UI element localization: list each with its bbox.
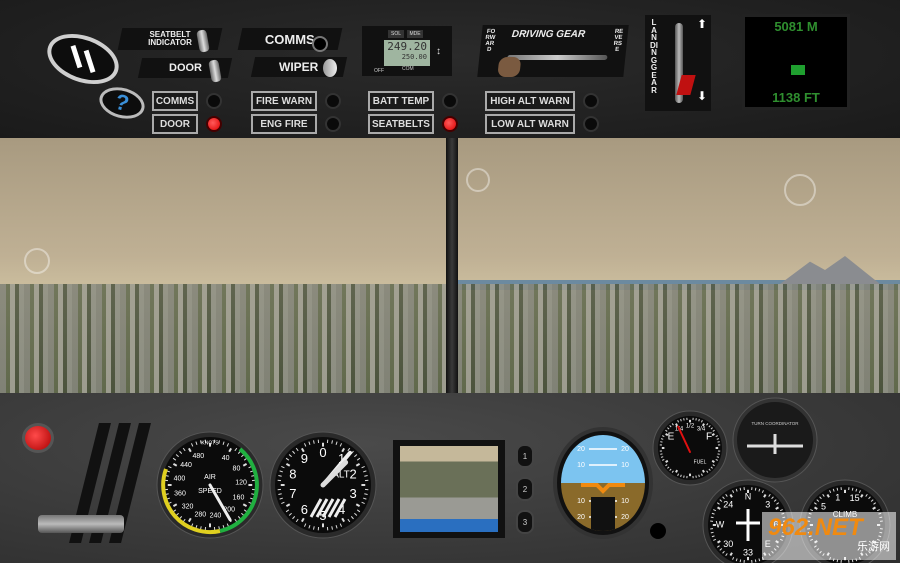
attitude-mark: 10 bbox=[621, 498, 629, 505]
fuel-gauge bbox=[652, 410, 728, 486]
gauge-label: SPEED bbox=[198, 488, 222, 495]
altimeter-tick: 3 bbox=[350, 486, 357, 501]
airspeed-tick: 440 bbox=[180, 462, 192, 469]
watermark: 962.NET 乐游网 bbox=[762, 512, 896, 560]
attitude-mark: 10 bbox=[577, 462, 585, 469]
altimeter-tick: 2 bbox=[350, 467, 357, 482]
airspeed-tick: 40 bbox=[222, 455, 230, 462]
heading-tick: 24 bbox=[723, 500, 733, 510]
heading-tick: N bbox=[745, 491, 752, 501]
attitude-mark: 20 bbox=[577, 446, 585, 453]
airspeed-tick: 120 bbox=[235, 480, 247, 487]
altimeter-tick: 7 bbox=[289, 486, 296, 501]
attitude-mark: 10 bbox=[621, 462, 629, 469]
fuel-tick: 3/4 bbox=[697, 427, 706, 433]
camera-button-3[interactable]: 3 bbox=[516, 510, 534, 534]
airspeed-tick: 80 bbox=[233, 465, 241, 472]
heading-tick: W bbox=[716, 519, 725, 529]
airspeed-tick: 280 bbox=[195, 512, 207, 519]
gauge-label: KNOTS bbox=[201, 440, 219, 446]
climb-tick: 1 bbox=[835, 492, 840, 502]
airspeed-tick: 400 bbox=[174, 475, 186, 482]
attitude-knob[interactable] bbox=[650, 523, 666, 539]
turn-coordinator bbox=[732, 397, 818, 483]
airspeed-tick: 480 bbox=[192, 453, 204, 460]
heading-tick: 30 bbox=[723, 539, 733, 549]
fuel-tick: E bbox=[668, 432, 675, 443]
attitude-mark: 20 bbox=[621, 446, 629, 453]
airspeed-tick: 360 bbox=[174, 490, 186, 497]
altimeter-tick: 8 bbox=[289, 467, 296, 482]
gauge-label: AIR bbox=[204, 474, 216, 481]
turn-coordinator-label: TURN COORDINATOR bbox=[751, 421, 799, 426]
attitude-indicator bbox=[553, 427, 653, 539]
camera-feed bbox=[400, 446, 498, 532]
camera-view-screen[interactable] bbox=[393, 440, 505, 538]
airspeed-tick: 240 bbox=[210, 513, 222, 520]
airspeed-tick: 160 bbox=[233, 495, 245, 502]
climb-tick: 5 bbox=[821, 501, 826, 511]
attitude-mark: 20 bbox=[621, 514, 629, 521]
altimeter-tick: 0 bbox=[319, 445, 326, 460]
camera-button-1[interactable]: 1 bbox=[516, 444, 534, 468]
altimeter-tick: 6 bbox=[301, 502, 308, 517]
heading-tick: 3 bbox=[765, 500, 770, 510]
gauge-label: FUEL bbox=[694, 459, 707, 465]
fuel-tick: F bbox=[706, 432, 712, 443]
attitude-mark: 20 bbox=[577, 514, 585, 521]
fuel-tick: 1/2 bbox=[686, 424, 695, 430]
airspeed-tick: 320 bbox=[182, 504, 194, 511]
camera-button-2[interactable]: 2 bbox=[516, 477, 534, 501]
heading-tick: 33 bbox=[743, 547, 753, 557]
attitude-mark: 10 bbox=[577, 498, 585, 505]
altimeter-tick: 9 bbox=[301, 451, 308, 466]
climb-tick: 15 bbox=[850, 493, 860, 503]
